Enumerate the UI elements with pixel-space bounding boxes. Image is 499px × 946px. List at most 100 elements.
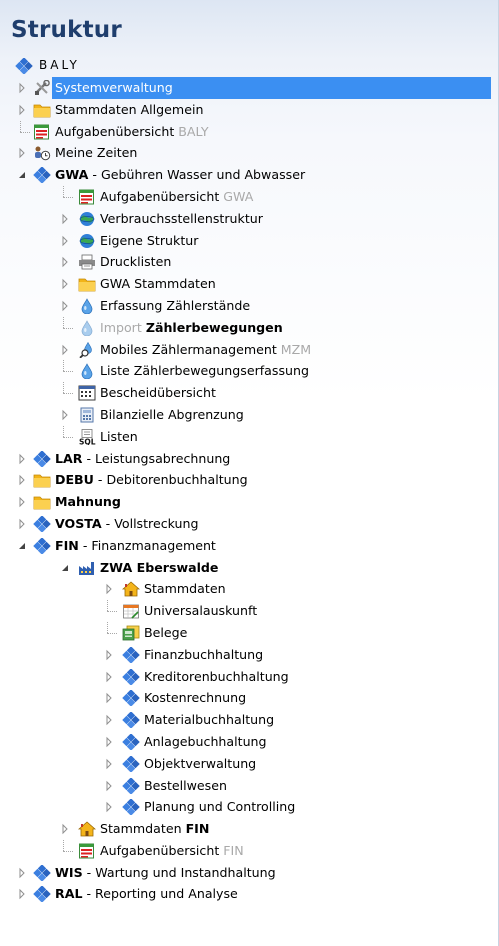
tree-item-mahnung[interactable]: Mahnung [0,491,499,513]
tree-item-bescheiduebersicht[interactable]: Bescheidübersicht [0,382,499,404]
tree-item-label: Planung und Controlling [141,796,298,818]
tree-item-import-zaehlerbewegungen[interactable]: Import Zählerbewegungen [0,316,499,339]
collapse-triangle-icon[interactable] [60,557,70,579]
item-text: - Finanzmanagement [78,537,216,553]
tree-item-stammdaten-allgemein[interactable]: Stammdaten Allgemein [0,99,499,121]
tree-connector [63,393,73,395]
expand-triangle-icon[interactable] [60,251,70,273]
item-text: Materialbuchhaltung [144,712,275,728]
expand-triangle-icon[interactable] [17,491,27,513]
expand-triangle-icon[interactable] [60,295,70,317]
tree-item-eigene-struktur[interactable]: Eigene Struktur [0,230,499,252]
expand-triangle-icon[interactable] [104,709,114,731]
panel-title: Struktur [11,17,122,43]
tree-item-debu[interactable]: DEBU - Debitorenbuchhaltung [0,469,499,491]
tree-item-label: Stammdaten FIN [97,818,212,840]
tree-item-mobiles-zaehlermanagement[interactable]: Mobiles Zählermanagement MZM [0,339,499,361]
tree-item-label: DEBU - Debitorenbuchhaltung [52,469,251,491]
expand-triangle-icon[interactable] [17,77,27,99]
tree-item-meine-zeiten[interactable]: Meine Zeiten [0,142,499,164]
tree-item-bilanzielle-abgrenzung[interactable]: Bilanzielle Abgrenzung [0,404,499,426]
svg-text:SQL: SQL [79,437,96,445]
item-text: Verbrauchsstellenstruktur [100,210,263,226]
expand-triangle-icon[interactable] [17,448,27,470]
tree-item-label: Aufgabenübersicht FIN [97,840,247,862]
globe-icon [78,211,96,227]
expand-triangle-icon[interactable] [104,796,114,818]
expand-triangle-icon[interactable] [104,578,114,600]
item-text: - Wartung und Instandhaltung [82,864,276,880]
expand-triangle-icon[interactable] [104,731,114,753]
tree-item-erfassung-zaehlerstaende[interactable]: Erfassung Zählerstände [0,295,499,317]
tree-root[interactable]: BALY [0,55,499,77]
expand-triangle-icon[interactable] [104,753,114,775]
module-icon [122,777,140,794]
tree-item-aufgabenuebersicht-baly[interactable]: Aufgabenübersicht BALY [0,120,499,143]
tree-item-fin[interactable]: FIN - Finanzmanagement [0,535,499,557]
expand-triangle-icon[interactable] [60,230,70,252]
expand-triangle-icon[interactable] [60,273,70,295]
tree-connector [63,425,64,437]
expand-triangle-icon[interactable] [17,862,27,884]
expand-triangle-icon[interactable] [60,208,70,230]
tree-item-lar[interactable]: LAR - Leistungsabrechnung [0,448,499,470]
tree-item-liste-zaehlerbewegungserfassung[interactable]: Liste Zählerbewegungserfassung [0,360,499,382]
tree-item-kostenrechnung[interactable]: Kostenrechnung [0,687,499,709]
item-code: WIS [55,864,83,880]
item-suffix: GWA [219,188,254,204]
tree-item-verbrauchsstellenstruktur[interactable]: Verbrauchsstellenstruktur [0,208,499,230]
expand-triangle-icon[interactable] [17,513,27,535]
tree-item-materialbuchhaltung[interactable]: Materialbuchhaltung [0,709,499,731]
expand-triangle-icon[interactable] [104,687,114,709]
item-code: VOSTA [55,515,102,531]
water-drop-icon [78,298,96,314]
collapse-triangle-icon[interactable] [17,164,27,186]
tree-connector [20,120,21,132]
tree-item-listen[interactable]: SQL Listen [0,425,499,448]
water-drop-search-icon [78,341,96,358]
tree-item-belege[interactable]: Belege [0,621,499,644]
tree-item-ral[interactable]: RAL - Reporting und Analyse [0,883,499,905]
expand-triangle-icon[interactable] [17,469,27,491]
tree-item-universalauskunft[interactable]: Universalauskunft [0,600,499,622]
expand-triangle-icon[interactable] [17,142,27,164]
tree-item-zwa-eberswalde[interactable]: ZWA Eberswalde [0,557,499,579]
tree-connector [63,316,64,328]
expand-triangle-icon[interactable] [17,99,27,121]
expand-triangle-icon[interactable] [17,883,27,905]
tree-item-systemverwaltung[interactable]: Systemverwaltung [0,77,499,99]
task-list-icon [33,124,51,140]
tree-item-objektverwaltung[interactable]: Objektverwaltung [0,753,499,775]
tree-item-stammdaten-zwa[interactable]: Stammdaten [0,578,499,600]
tree-item-label: Mahnung [52,491,124,513]
tree-item-kreditorenbuchhaltung[interactable]: Kreditorenbuchhaltung [0,666,499,688]
expand-triangle-icon[interactable] [104,666,114,688]
expand-triangle-icon[interactable] [60,818,70,840]
tree-item-finanzbuchhaltung[interactable]: Finanzbuchhaltung [0,644,499,666]
tree-item-gwa-stammdaten[interactable]: GWA Stammdaten [0,273,499,295]
item-text: Belege [144,624,188,640]
expand-triangle-icon[interactable] [60,404,70,426]
tree-connector [63,327,73,329]
tree-item-vosta[interactable]: VOSTA - Vollstreckung [0,513,499,535]
tree-item-aufgabenuebersicht-gwa[interactable]: Aufgabenübersicht GWA [0,185,499,208]
tree-item-planung-und-controlling[interactable]: Planung und Controlling [0,796,499,818]
expand-triangle-icon[interactable] [104,644,114,666]
item-code: ZWA Eberswalde [100,559,219,575]
tree-item-drucklisten[interactable]: Drucklisten [0,251,499,273]
collapse-triangle-icon[interactable] [17,535,27,557]
tree-item-aufgabenuebersicht-fin[interactable]: Aufgabenübersicht FIN [0,839,499,862]
item-dim-prefix: Import [100,319,146,335]
item-text: Liste Zählerbewegungserfassung [100,363,309,379]
item-text: Bescheidübersicht [100,385,216,401]
tree-item-bestellwesen[interactable]: Bestellwesen [0,775,499,797]
tree-item-wis[interactable]: WIS - Wartung und Instandhaltung [0,862,499,884]
tree-item-gwa[interactable]: GWA - Gebühren Wasser und Abwasser [0,164,499,186]
expand-triangle-icon[interactable] [104,775,114,797]
tree-item-anlagebuchhaltung[interactable]: Anlagebuchhaltung [0,731,499,753]
tree-item-stammdaten-fin[interactable]: Stammdaten FIN [0,818,499,840]
task-list-icon [78,843,96,859]
tree-connector [63,360,64,372]
item-text: - Reporting und Analyse [82,886,238,902]
expand-triangle-icon[interactable] [60,339,70,361]
